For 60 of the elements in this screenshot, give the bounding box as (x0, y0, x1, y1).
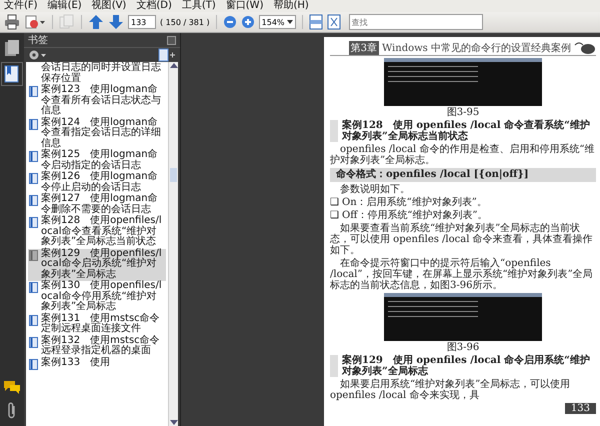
up-arrow-icon[interactable] (88, 14, 104, 30)
page-number: 133 (564, 403, 596, 414)
bookmark-item[interactable]: 案例133 使用 (28, 358, 166, 370)
panel-close-button[interactable] (167, 36, 176, 44)
printer-icon[interactable] (4, 14, 20, 30)
search-field[interactable]: 查找 (348, 14, 483, 30)
down-arrow-icon[interactable] (108, 14, 124, 30)
bookmark-item[interactable]: 案例129 使用openfiles/local命令启动系统“维护对象列表”全局标志 (28, 248, 166, 281)
bookmark-icon (29, 358, 38, 370)
bookmark-icon (29, 217, 38, 228)
page-number-field[interactable]: 133 (128, 15, 156, 29)
document-share-icon[interactable] (24, 14, 46, 30)
fit-width-icon[interactable] (308, 14, 323, 30)
menu-item[interactable]: 帮助(H) (273, 0, 309, 12)
bookmark-icon (29, 336, 38, 348)
bullet-marker: ❑ (330, 197, 339, 208)
zoom-dropdown[interactable]: 154% (258, 15, 296, 29)
figure-caption: 图3-95 (446, 107, 480, 118)
mouse-icon (574, 41, 596, 55)
comments-icon[interactable] (3, 380, 21, 394)
bookmark-item[interactable]: 案例132 使用mstsc命令远程登录指定机器的桌面 (28, 336, 166, 358)
menu-item[interactable]: 工具(T) (182, 0, 216, 12)
zoom-in-icon[interactable] (240, 15, 255, 29)
options-gear-icon[interactable] (28, 49, 48, 61)
paragraph: 如果要启用系统“维护对象列表”全局标志，可以使用 openfiles /local 命令来实现，具 (330, 379, 572, 401)
bookmark-icon (29, 282, 38, 293)
scrollbar[interactable] (168, 62, 178, 426)
bookmark-icon (29, 86, 38, 97)
bullet-text: On：启用系统“维护对象列表”。 (342, 197, 487, 208)
bookmark-icon (29, 151, 38, 162)
paragraph: 参数说明如下。 (339, 184, 411, 195)
bookmark-icon (29, 250, 38, 260)
paragraph: 如果要查看当前系统“维护对象列表”全局标志的当前状态，可以使用 openfiles /local 命令来查看，具体查看操作如下。 (330, 223, 594, 256)
bookmark-icon (29, 173, 38, 184)
bookmark-item[interactable]: 案例124 使用logman命令查看指定会话日志的详细信息 (28, 118, 166, 150)
zoom-out-icon[interactable] (222, 15, 237, 29)
bookmark-icon (29, 195, 38, 206)
chapter-tag: 第3章 (348, 41, 379, 55)
paragraph: 在命令提示符窗口中的提示符后输入“openfiles /local”，按回车键，在屏幕上显示系统“维护对象列表”全局标志的当前状态信息，如图3-96所示。 (330, 258, 594, 291)
bookmark-item[interactable]: 案例131 使用mstsc命令定制远程桌面连接文件 (28, 314, 166, 336)
page-count: ( 150 / 381 ) (160, 18, 210, 26)
new-bookmark-icon[interactable] (158, 48, 176, 62)
bookmark-icon[interactable] (4, 65, 20, 83)
figure-caption: 图3-96 (446, 342, 480, 353)
bookmark-icon (29, 118, 38, 130)
menu-item[interactable]: 视图(V) (92, 0, 126, 12)
paragraph: openfiles /local 命令的作用是检查、启用和停用系统“维护对象列表”全局标志。 (330, 144, 596, 166)
fit-page-icon[interactable] (326, 14, 341, 30)
bullet-text: Off：停用系统“维护对象列表”。 (342, 210, 488, 221)
running-head: Windows 中常见的命令行的设置经典案例 (382, 42, 571, 55)
dropdown-caret-icon (286, 20, 293, 24)
menu-item[interactable]: 编辑(E) (48, 0, 82, 12)
bullet-marker: ❑ (330, 210, 339, 221)
pages-icon[interactable] (4, 39, 20, 57)
scroll-down-icon[interactable] (170, 420, 178, 426)
panel-title: 书签 (28, 34, 48, 47)
bookmark-icon (29, 314, 38, 326)
command-format: 命令格式：openfiles /local [{on|off}] (330, 168, 596, 182)
scroll-thumb[interactable] (170, 168, 177, 182)
scroll-up-icon[interactable] (170, 62, 178, 68)
